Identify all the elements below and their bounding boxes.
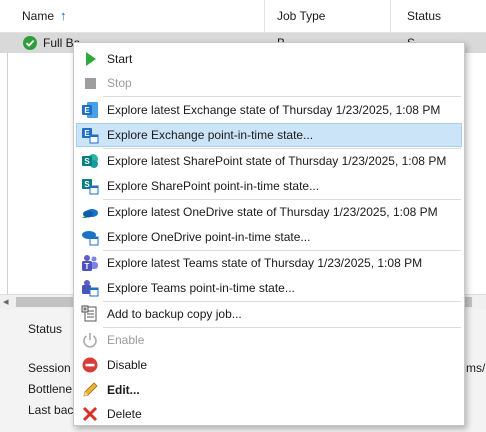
column-header-job-type[interactable]: Job Type [277,0,325,32]
menu-item-label: Explore SharePoint point-in-time state..… [107,179,320,193]
menu-item-label: Disable [107,358,148,372]
menu-item-label: Explore Exchange point-in-time state... [107,128,314,142]
context-menu: Start Stop E Explore latest Exchange sta… [73,42,465,426]
exchange-calendar-icon: E [81,126,99,144]
detail-label-bottleneck: Bottlene [28,382,73,396]
menu-item-label: Start [107,52,133,66]
menu-item-explore-latest-onedrive[interactable]: Explore latest OneDrive state of Thursda… [76,200,462,224]
menu-item-disable[interactable]: Disable [76,353,462,377]
stop-icon [81,74,99,92]
tree-guide-line [7,33,8,297]
svg-text:T: T [85,262,90,271]
menu-item-start[interactable]: Start [76,47,462,71]
delete-x-icon [81,405,99,423]
svg-text:S: S [84,180,90,189]
menu-item-add-to-backup-copy-job[interactable]: Add to backup copy job... [76,302,462,326]
sharepoint-icon: S [81,152,99,170]
menu-item-label: Explore latest Exchange state of Thursda… [107,103,441,117]
svg-text:E: E [84,129,90,138]
svg-text:E: E [84,106,90,115]
disable-icon [81,356,99,374]
column-separator[interactable] [264,0,265,32]
play-icon [81,50,99,68]
sort-ascending-icon: ↑ [60,8,67,23]
scroll-left-icon[interactable]: ◂ [3,295,9,308]
backup-copy-icon [81,305,99,323]
pencil-icon [81,381,99,399]
detail-value-partial: ms/ [466,361,486,375]
tab-status[interactable]: Status [28,322,62,336]
menu-item-label: Edit... [107,383,140,397]
menu-item-explore-latest-exchange[interactable]: E Explore latest Exchange state of Thurs… [76,98,462,122]
menu-item-explore-latest-teams[interactable]: T Explore latest Teams state of Thursday… [76,251,462,275]
onedrive-icon [81,203,99,221]
onedrive-calendar-icon [81,228,99,246]
column-header-name-label: Name [22,9,55,23]
menu-item-label: Explore Teams point-in-time state... [107,281,295,295]
teams-icon: T [81,254,99,272]
menu-item-label: Explore OneDrive point-in-time state... [107,230,311,244]
menu-item-label: Stop [107,76,132,90]
menu-item-delete[interactable]: Delete [76,402,462,426]
menu-separator [103,96,461,97]
sharepoint-calendar-icon: S [81,177,99,195]
menu-item-explore-teams-point-in-time[interactable]: Explore Teams point-in-time state... [76,276,462,300]
menu-item-edit[interactable]: Edit... [76,378,462,402]
menu-item-explore-onedrive-point-in-time[interactable]: Explore OneDrive point-in-time state... [76,225,462,249]
menu-item-enable[interactable]: Enable [76,328,462,352]
menu-item-explore-exchange-point-in-time[interactable]: E Explore Exchange point-in-time state..… [76,123,462,147]
exchange-icon: E [81,101,99,119]
teams-calendar-icon [81,279,99,297]
success-check-icon [23,36,37,50]
menu-item-explore-sharepoint-point-in-time[interactable]: S Explore SharePoint point-in-time state… [76,174,462,198]
menu-item-label: Explore latest SharePoint state of Thurs… [107,154,447,168]
column-separator[interactable] [390,0,391,32]
column-header-name[interactable]: Name ↑ [22,0,67,32]
column-header-status[interactable]: Status [407,0,441,32]
menu-item-label: Explore latest Teams state of Thursday 1… [107,256,423,270]
menu-item-label: Delete [107,407,142,421]
menu-item-label: Add to backup copy job... [107,307,242,321]
menu-item-stop[interactable]: Stop [76,71,462,95]
menu-item-label: Enable [107,333,145,347]
menu-item-explore-latest-sharepoint[interactable]: S Explore latest SharePoint state of Thu… [76,149,462,173]
svg-text:S: S [84,157,90,166]
detail-label-last-backup: Last bac [28,403,74,417]
power-icon [81,331,99,349]
menu-item-label: Explore latest OneDrive state of Thursda… [107,205,438,219]
